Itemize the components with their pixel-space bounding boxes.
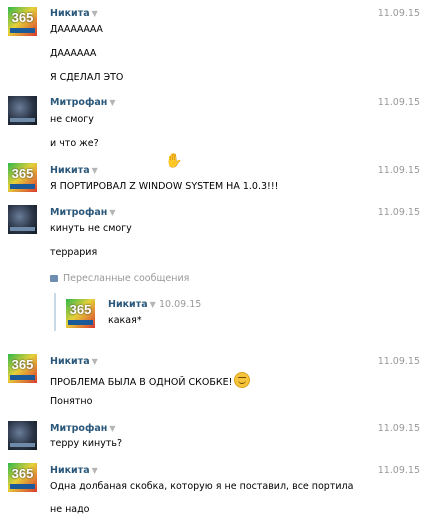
hand-cursor-icon: ✋ xyxy=(165,153,183,169)
message-text: ДАААААА xyxy=(50,48,97,59)
forwarded-messages-label: Пересланные сообщения xyxy=(50,273,189,284)
forwarded-text: какая* xyxy=(108,315,142,326)
message-text: ПРОБЛЕМА БЫЛА В ОДНОЙ СКОБКЕ! xyxy=(50,372,251,388)
caret-down-icon[interactable]: ▼ xyxy=(92,166,98,175)
avatar[interactable] xyxy=(8,205,37,234)
message-text: и что же? xyxy=(50,138,99,149)
forward-icon xyxy=(50,275,58,282)
message-date[interactable]: 11.09.15 xyxy=(378,423,420,434)
message-text: Я ПОРТИРОВАЛ Z WINDOW SYSTEM НА 1.0.3!!! xyxy=(50,181,279,192)
message-text: Понятно xyxy=(50,396,93,407)
caret-down-icon[interactable]: ▼ xyxy=(92,357,98,366)
forwarded-date[interactable]: 10.09.15 xyxy=(159,299,201,310)
avatar[interactable] xyxy=(8,421,37,450)
message-date[interactable]: 11.09.15 xyxy=(378,356,420,367)
caret-down-icon[interactable]: ▼ xyxy=(150,300,156,309)
avatar[interactable]: 365 xyxy=(8,163,37,192)
message-date[interactable]: 11.09.15 xyxy=(378,165,420,176)
avatar[interactable]: 365 xyxy=(8,463,37,492)
caret-down-icon[interactable]: ▼ xyxy=(109,424,115,433)
message-text: Я СДЕЛАЛ ЭТО xyxy=(50,72,124,83)
avatar[interactable]: 365 xyxy=(8,354,37,383)
message-date[interactable]: 11.09.15 xyxy=(378,465,420,476)
message-text: терру кинуть? xyxy=(50,438,123,449)
author-link[interactable]: Никита ▼ xyxy=(50,8,98,19)
author-link[interactable]: Никита ▼ xyxy=(50,465,98,476)
message-text: Одна долбаная скобка, которую я не поста… xyxy=(50,481,354,492)
author-link[interactable]: Митрофан ▼ xyxy=(50,423,116,434)
author-link[interactable]: Митрофан ▼ xyxy=(50,207,116,218)
avatar[interactable]: 365 xyxy=(66,299,95,328)
message-text: не смогу xyxy=(50,114,94,125)
message-date[interactable]: 11.09.15 xyxy=(378,207,420,218)
message-date[interactable]: 11.09.15 xyxy=(378,97,420,108)
forwarded-quote-bar xyxy=(54,293,56,331)
author-link[interactable]: Никита ▼ xyxy=(108,299,156,310)
message-text: не надо xyxy=(50,504,90,515)
message-text: ДААААААА xyxy=(50,24,103,35)
avatar[interactable]: 365 xyxy=(8,7,37,36)
smile-emoji-icon xyxy=(234,372,251,388)
caret-down-icon[interactable]: ▼ xyxy=(109,98,115,107)
avatar[interactable] xyxy=(8,96,37,125)
author-link[interactable]: Никита ▼ xyxy=(50,165,98,176)
caret-down-icon[interactable]: ▼ xyxy=(92,9,98,18)
message-text: кинуть не смогу xyxy=(50,223,132,234)
author-link[interactable]: Никита ▼ xyxy=(50,356,98,367)
caret-down-icon[interactable]: ▼ xyxy=(109,208,115,217)
message-text: террария xyxy=(50,247,98,258)
author-link[interactable]: Митрофан ▼ xyxy=(50,97,116,108)
caret-down-icon[interactable]: ▼ xyxy=(92,466,98,475)
message-date[interactable]: 11.09.15 xyxy=(378,8,420,19)
